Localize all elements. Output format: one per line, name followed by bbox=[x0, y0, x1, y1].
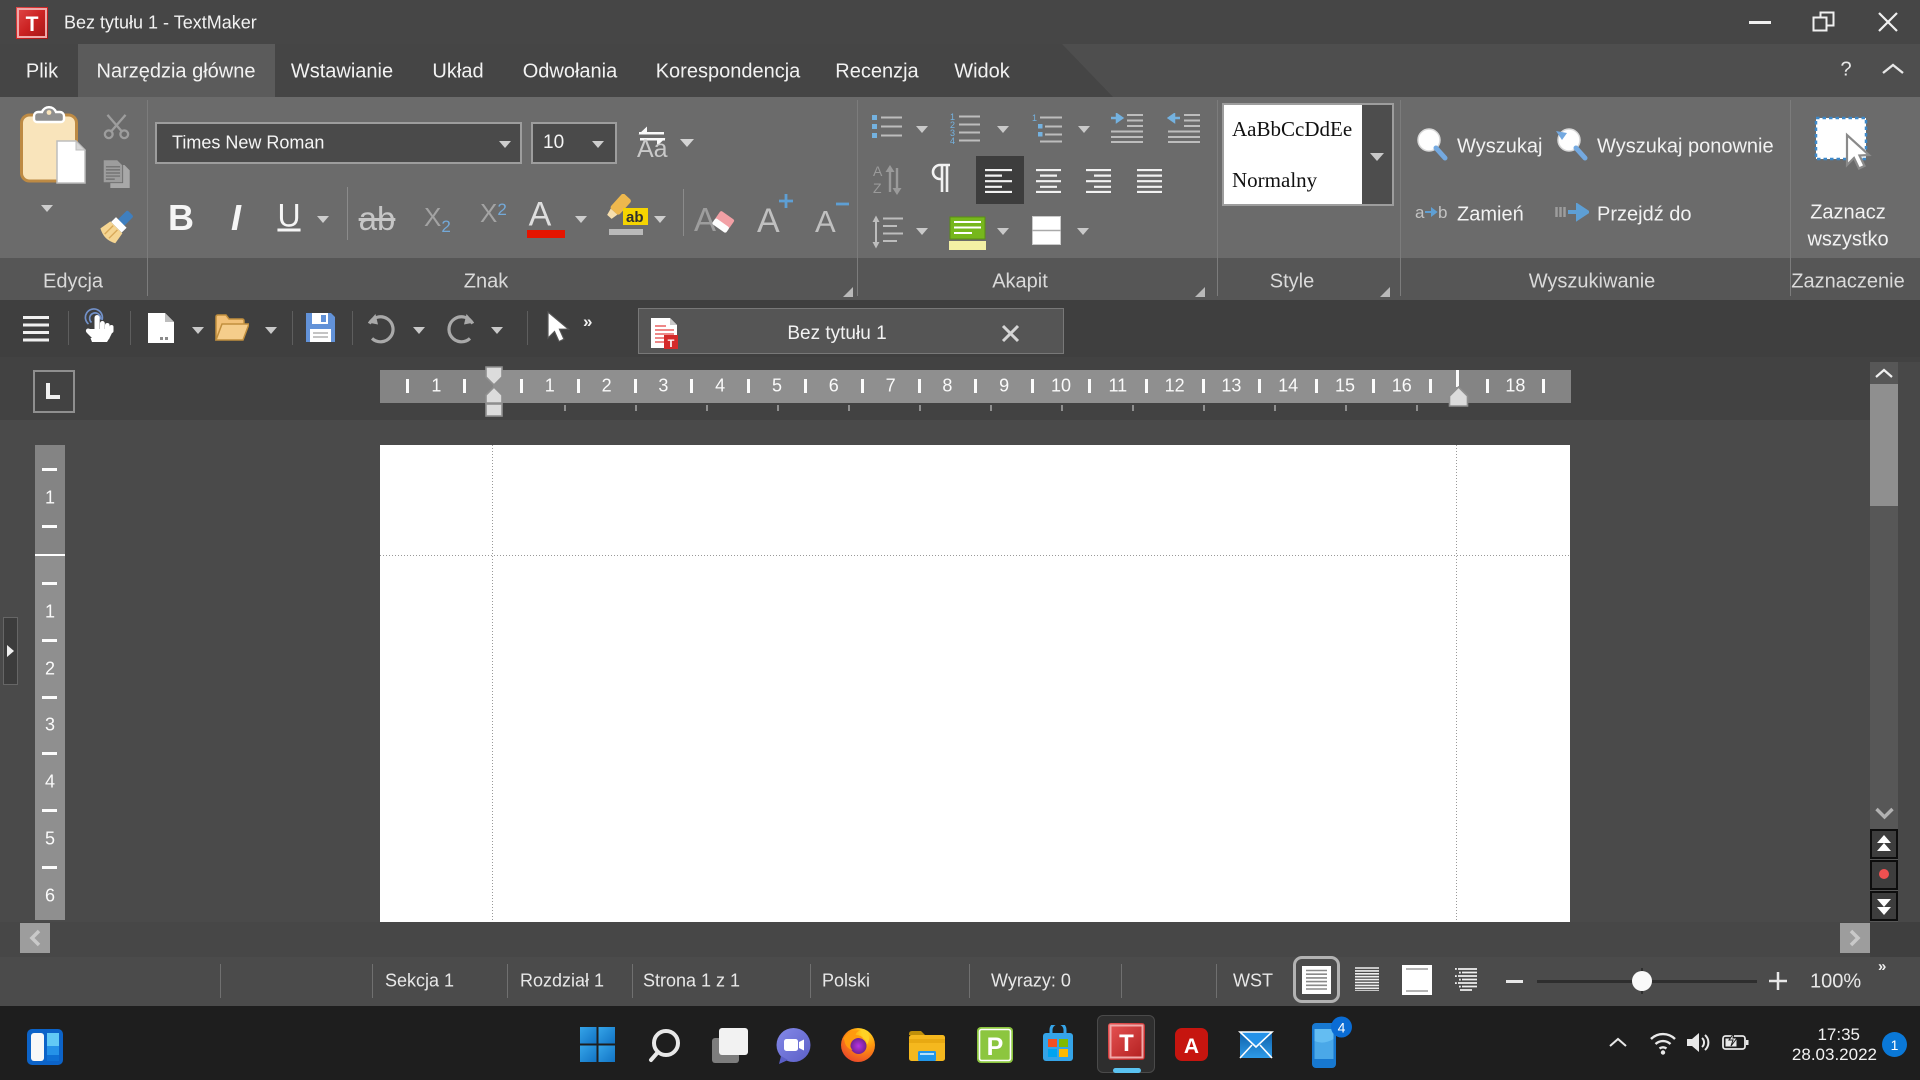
svg-text:Z: Z bbox=[873, 180, 882, 196]
svg-text:4: 4 bbox=[1338, 1020, 1346, 1036]
svg-text:a: a bbox=[1415, 203, 1425, 222]
svg-text:A: A bbox=[694, 201, 716, 236]
svg-text:Aa: Aa bbox=[637, 135, 668, 160]
svg-text:b: b bbox=[1438, 203, 1447, 222]
svg-text:A: A bbox=[1184, 1035, 1199, 1058]
svg-text:ab: ab bbox=[626, 209, 644, 226]
svg-text:T: T bbox=[1119, 1030, 1134, 1057]
svg-text:P: P bbox=[987, 1033, 1004, 1061]
svg-text:4: 4 bbox=[950, 136, 955, 144]
svg-text:T: T bbox=[668, 338, 675, 349]
svg-text:A: A bbox=[757, 202, 780, 236]
svg-text:A: A bbox=[873, 164, 883, 179]
svg-text:A: A bbox=[815, 204, 836, 236]
svg-text:1: 1 bbox=[1032, 113, 1037, 123]
svg-text:T: T bbox=[26, 13, 39, 36]
